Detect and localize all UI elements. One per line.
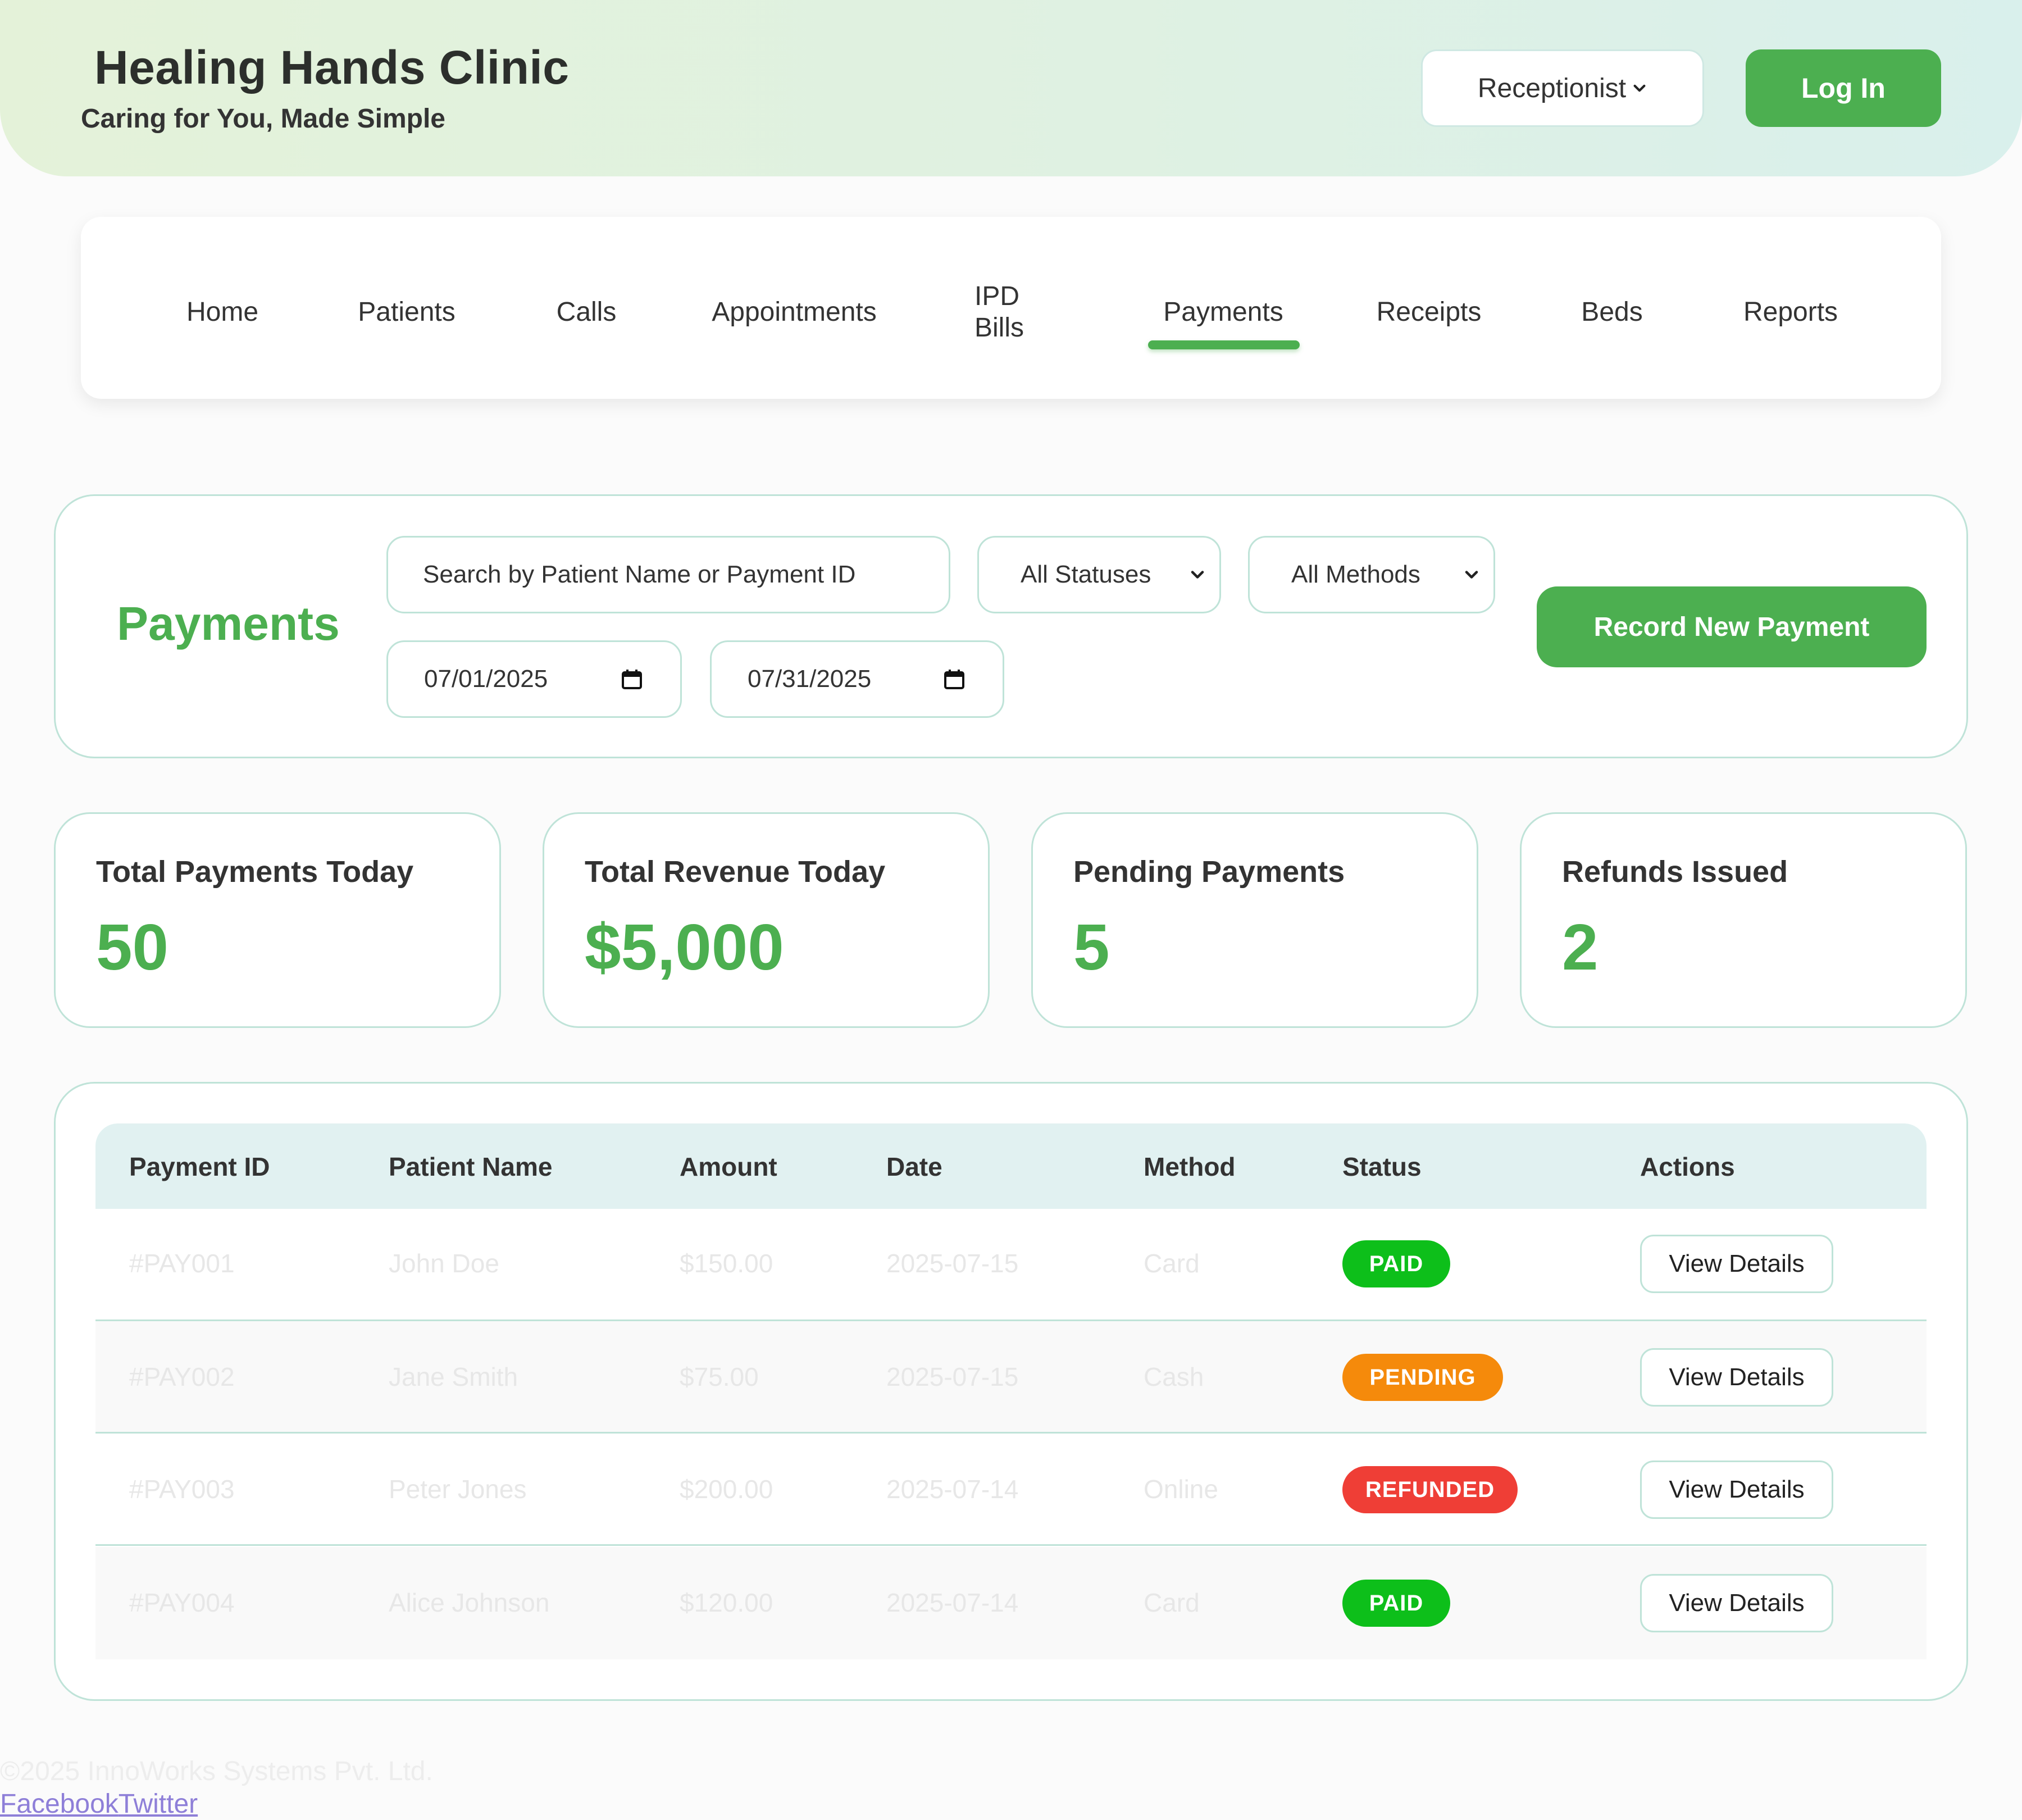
cell-method: Card bbox=[1144, 1249, 1200, 1278]
cell-method: Cash bbox=[1144, 1362, 1204, 1391]
stat-value: 5 bbox=[1073, 911, 1110, 984]
stat-label: Total Revenue Today bbox=[585, 855, 886, 889]
view-details-button[interactable]: View Details bbox=[1640, 1460, 1833, 1519]
stat-label: Pending Payments bbox=[1073, 855, 1345, 889]
status-badge: PAID bbox=[1342, 1580, 1450, 1627]
cell-date: 2025-07-15 bbox=[886, 1249, 1019, 1278]
status-badge: PAID bbox=[1342, 1240, 1450, 1287]
view-details-button[interactable]: View Details bbox=[1640, 1348, 1833, 1407]
role-select[interactable]: Receptionist bbox=[1421, 49, 1704, 127]
stat-value: 2 bbox=[1562, 911, 1599, 984]
calendar-icon[interactable] bbox=[621, 668, 643, 690]
nav-item-beds[interactable]: Beds bbox=[1581, 297, 1642, 328]
stat-label: Total Payments Today bbox=[96, 855, 414, 889]
date-from-input[interactable]: 07/01/2025 bbox=[386, 640, 682, 718]
nav-item-receipts[interactable]: Receipts bbox=[1377, 297, 1482, 328]
cell-method: Online bbox=[1144, 1475, 1218, 1504]
view-details-button[interactable]: View Details bbox=[1640, 1235, 1833, 1293]
cell-amount: $150.00 bbox=[680, 1249, 773, 1278]
page-title: Payments bbox=[117, 597, 340, 650]
cell-patient-name: John Doe bbox=[389, 1249, 499, 1278]
nav-active-indicator bbox=[1148, 340, 1300, 349]
column-header-method[interactable]: Method bbox=[1144, 1152, 1236, 1182]
cell-patient-name: Alice Johnson bbox=[389, 1588, 550, 1617]
status-select-value: All Statuses bbox=[1021, 561, 1151, 588]
status-badge: REFUNDED bbox=[1342, 1466, 1518, 1513]
cell-payment-id: #PAY004 bbox=[129, 1588, 235, 1617]
cell-method: Card bbox=[1144, 1588, 1200, 1617]
cell-patient-name: Jane Smith bbox=[389, 1362, 518, 1391]
footer-links: FacebookTwitter bbox=[0, 1789, 198, 1819]
cell-amount: $75.00 bbox=[680, 1362, 759, 1391]
role-select-value: Receptionist bbox=[1477, 73, 1627, 103]
column-header-patient-name[interactable]: Patient Name bbox=[389, 1152, 552, 1182]
cell-payment-id: #PAY003 bbox=[129, 1475, 235, 1504]
record-new-payment-button[interactable]: Record New Payment bbox=[1537, 586, 1927, 667]
date-to-value: 07/31/2025 bbox=[748, 665, 872, 693]
chevron-down-icon bbox=[1633, 84, 1646, 92]
cell-payment-id: #PAY001 bbox=[129, 1249, 235, 1278]
cell-date: 2025-07-15 bbox=[886, 1362, 1019, 1391]
stat-card-pending-payments: Pending Payments 5 bbox=[1031, 812, 1478, 1028]
stat-value: $5,000 bbox=[585, 911, 784, 984]
cell-amount: $200.00 bbox=[680, 1475, 773, 1504]
cell-payment-id: #PAY002 bbox=[129, 1362, 235, 1391]
nav-item-payments[interactable]: Payments bbox=[1163, 297, 1283, 328]
chevron-down-icon bbox=[1465, 571, 1478, 579]
method-select[interactable]: All Methods bbox=[1248, 536, 1495, 613]
stat-value: 50 bbox=[96, 911, 169, 984]
calendar-icon[interactable] bbox=[943, 668, 966, 690]
nav-item-calls[interactable]: Calls bbox=[557, 297, 617, 328]
nav-item-ipd-bills[interactable]: IPD Bills bbox=[974, 281, 1036, 344]
stat-card-refunds-issued: Refunds Issued 2 bbox=[1520, 812, 1967, 1028]
stat-label: Refunds Issued bbox=[1562, 855, 1788, 889]
method-select-value: All Methods bbox=[1291, 561, 1420, 588]
stat-card-total-revenue: Total Revenue Today $5,000 bbox=[543, 812, 990, 1028]
status-badge: PENDING bbox=[1342, 1354, 1503, 1401]
date-to-input[interactable]: 07/31/2025 bbox=[710, 640, 1004, 718]
login-button[interactable]: Log In bbox=[1746, 49, 1941, 127]
nav-item-reports[interactable]: Reports bbox=[1743, 297, 1838, 328]
cell-amount: $120.00 bbox=[680, 1588, 773, 1617]
date-from-value: 07/01/2025 bbox=[424, 665, 548, 693]
cell-patient-name: Peter Jones bbox=[389, 1475, 527, 1504]
column-header-date[interactable]: Date bbox=[886, 1152, 942, 1182]
nav-item-appointments[interactable]: Appointments bbox=[712, 297, 877, 328]
chevron-down-icon bbox=[1191, 571, 1204, 579]
search-placeholder: Search by Patient Name or Payment ID bbox=[423, 561, 856, 588]
clinic-tagline: Caring for You, Made Simple bbox=[81, 104, 445, 134]
column-header-status[interactable]: Status bbox=[1342, 1152, 1422, 1182]
facebook-link[interactable]: Facebook bbox=[0, 1789, 119, 1819]
status-select[interactable]: All Statuses bbox=[977, 536, 1221, 613]
nav-item-patients[interactable]: Patients bbox=[358, 297, 455, 328]
column-header-payment-id[interactable]: Payment ID bbox=[129, 1152, 270, 1182]
footer-copyright: ©2025 InnoWorks Systems Pvt. Ltd. bbox=[0, 1757, 433, 1786]
cell-date: 2025-07-14 bbox=[886, 1588, 1019, 1617]
nav-item-home[interactable]: Home bbox=[186, 297, 258, 328]
column-header-amount[interactable]: Amount bbox=[680, 1152, 777, 1182]
stat-card-total-payments: Total Payments Today 50 bbox=[54, 812, 501, 1028]
clinic-title: Healing Hands Clinic bbox=[94, 41, 570, 94]
search-input[interactable]: Search by Patient Name or Payment ID bbox=[386, 536, 950, 613]
view-details-button[interactable]: View Details bbox=[1640, 1574, 1833, 1632]
twitter-link[interactable]: Twitter bbox=[119, 1789, 198, 1819]
column-header-actions: Actions bbox=[1640, 1152, 1735, 1181]
cell-date: 2025-07-14 bbox=[886, 1475, 1019, 1504]
